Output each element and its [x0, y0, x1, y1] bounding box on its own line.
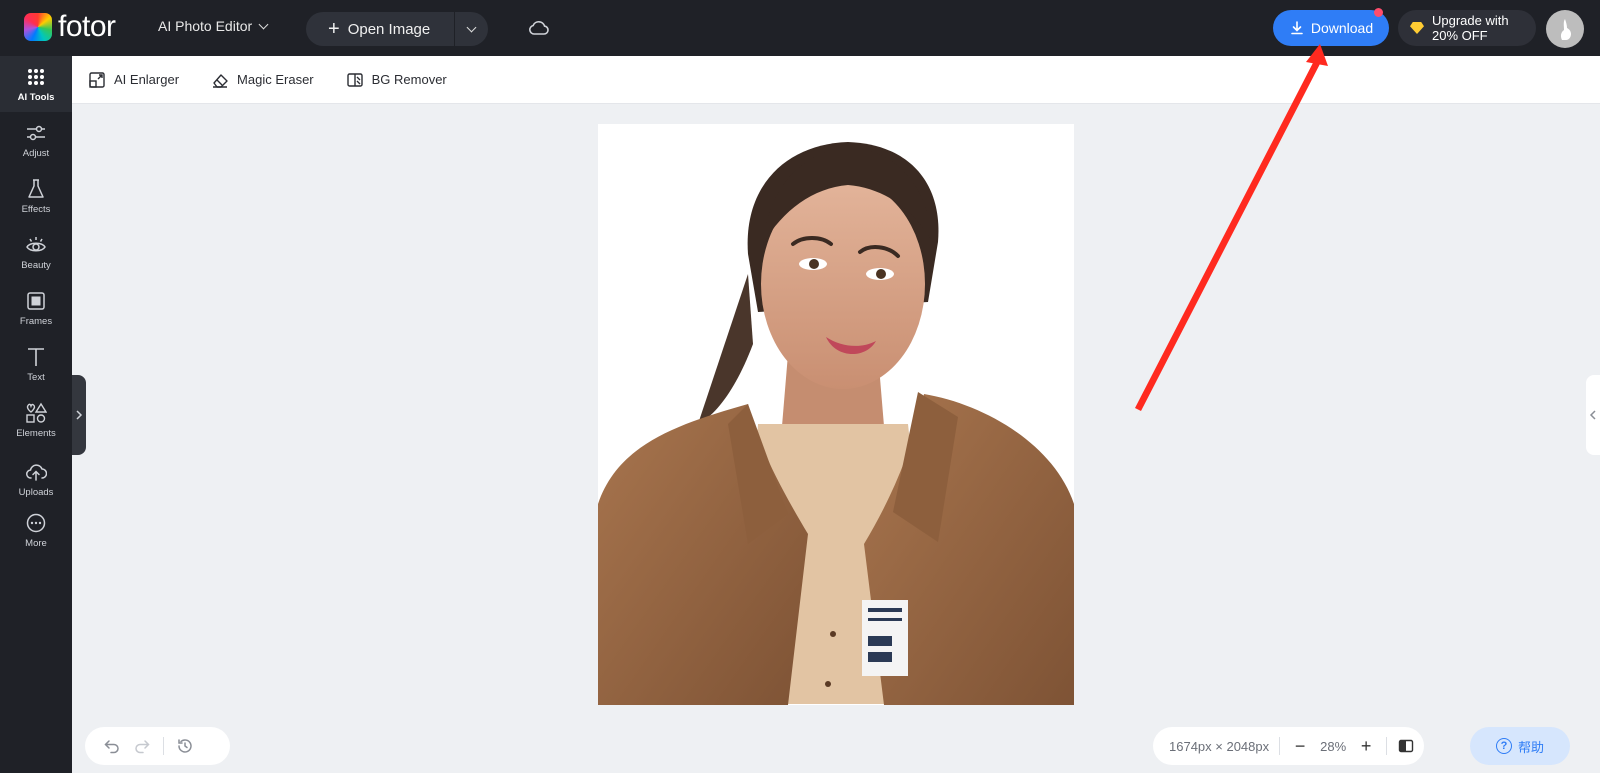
open-image-group: + Open Image	[306, 12, 488, 46]
zoom-out-button[interactable]: −	[1290, 736, 1310, 756]
diamond-icon	[1410, 22, 1424, 34]
upgrade-line2: 20% OFF	[1432, 28, 1488, 43]
zoom-in-button[interactable]: +	[1356, 736, 1376, 756]
notification-dot	[1374, 8, 1383, 17]
eraser-icon	[213, 73, 228, 88]
left-panel-toggle[interactable]	[72, 375, 86, 455]
sidebar-item-label: Beauty	[21, 259, 51, 271]
chevron-right-icon	[76, 410, 83, 420]
logo-mark-icon	[24, 13, 52, 41]
avatar[interactable]	[1546, 10, 1584, 48]
bg-remove-icon	[346, 72, 363, 87]
chevron-down-icon	[466, 22, 477, 32]
enlarge-icon	[89, 71, 105, 88]
chevron-left-icon	[1589, 410, 1596, 420]
logo-text: fotor	[58, 10, 116, 43]
download-button[interactable]: Download	[1273, 8, 1389, 46]
sidebar-item-label: Uploads	[18, 486, 54, 498]
tool-magic-eraser[interactable]: Magic Eraser	[211, 71, 314, 89]
compare-icon[interactable]	[1397, 737, 1415, 755]
sidebar-item-label: Effects	[21, 203, 51, 215]
edited-photo[interactable]	[598, 124, 1074, 705]
zoom-bar: 1674px × 2048px − 28% +	[1153, 727, 1424, 765]
help-label: 帮助	[1517, 739, 1544, 755]
portrait-illustration	[598, 124, 1074, 705]
top-bar: fotor AI Photo Editor + Open Image Downl…	[0, 0, 1600, 56]
rabbit-avatar-icon	[1560, 19, 1571, 40]
cloud-upload-icon	[26, 463, 47, 481]
sidebar-item-label: Text	[27, 371, 45, 383]
sidebar-item-more[interactable]: More	[0, 502, 72, 558]
sidebar-item-ai-tools[interactable]: AI Tools	[0, 56, 72, 112]
tool-ai-enlarger[interactable]: AI Enlarger	[88, 71, 179, 89]
sidebar-item-beauty[interactable]: Beauty	[0, 224, 72, 280]
flask-icon	[28, 178, 44, 198]
help-button[interactable]: ? 帮助	[1470, 727, 1570, 765]
sidebar: AI Tools Adjust Effects Beauty Frames Te…	[0, 56, 72, 773]
upgrade-button[interactable]: Upgrade with 20% OFF	[1398, 10, 1536, 46]
zoom-level: 28%	[1320, 738, 1347, 754]
image-dimensions: 1674px × 2048px	[1169, 738, 1270, 754]
sidebar-item-uploads[interactable]: Uploads	[0, 448, 72, 510]
text-icon	[28, 347, 44, 366]
sidebar-item-label: Adjust	[22, 147, 50, 159]
chevron-down-icon	[258, 19, 269, 29]
sidebar-item-label: More	[25, 537, 47, 549]
sidebar-item-label: Frames	[19, 315, 53, 327]
right-panel-toggle[interactable]	[1586, 375, 1600, 455]
upgrade-text: Upgrade with 20% OFF	[1432, 13, 1509, 43]
editor-canvas[interactable]	[72, 104, 1600, 773]
help-icon: ?	[1495, 738, 1512, 754]
history-divider	[163, 737, 164, 755]
ai-tools-toolbar: AI Enlarger Magic Eraser BG Remover	[72, 56, 1600, 104]
upgrade-line1: Upgrade with	[1432, 13, 1509, 28]
sidebar-item-label: AI Tools	[17, 91, 55, 103]
sidebar-item-label: Elements	[16, 427, 56, 439]
cloud-icon[interactable]	[527, 16, 551, 40]
open-image-dropdown[interactable]	[455, 12, 488, 46]
history-controls	[85, 727, 230, 765]
history-icon[interactable]	[176, 737, 194, 755]
download-icon	[1291, 21, 1303, 35]
sidebar-item-text[interactable]: Text	[0, 336, 72, 392]
undo-icon[interactable]	[103, 737, 121, 755]
open-image-label: Open Image	[347, 20, 431, 38]
zoom-divider	[1279, 737, 1281, 755]
download-label: Download	[1310, 20, 1374, 36]
open-image-button[interactable]: + Open Image	[306, 12, 454, 46]
sidebar-item-adjust[interactable]: Adjust	[0, 112, 72, 168]
fotor-logo[interactable]: fotor	[24, 12, 116, 42]
sliders-icon	[27, 125, 45, 140]
tool-bg-remover[interactable]: BG Remover	[346, 71, 447, 89]
frame-icon	[27, 291, 45, 310]
plus-icon: +	[328, 18, 340, 40]
eye-icon	[26, 236, 46, 251]
sidebar-item-effects[interactable]: Effects	[0, 168, 72, 224]
sidebar-item-frames[interactable]: Frames	[0, 280, 72, 336]
redo-icon[interactable]	[133, 737, 151, 755]
editor-mode-label: AI Photo Editor	[158, 18, 253, 34]
tool-label: AI Enlarger	[114, 72, 180, 87]
sidebar-item-elements[interactable]: Elements	[0, 392, 72, 448]
grid-dots-icon	[28, 68, 44, 85]
editor-mode-select[interactable]: AI Photo Editor	[158, 18, 269, 34]
shapes-icon	[26, 402, 47, 423]
tool-label: Magic Eraser	[237, 72, 314, 87]
zoom-divider	[1386, 737, 1388, 755]
more-icon	[26, 513, 46, 532]
tool-label: BG Remover	[371, 72, 447, 87]
